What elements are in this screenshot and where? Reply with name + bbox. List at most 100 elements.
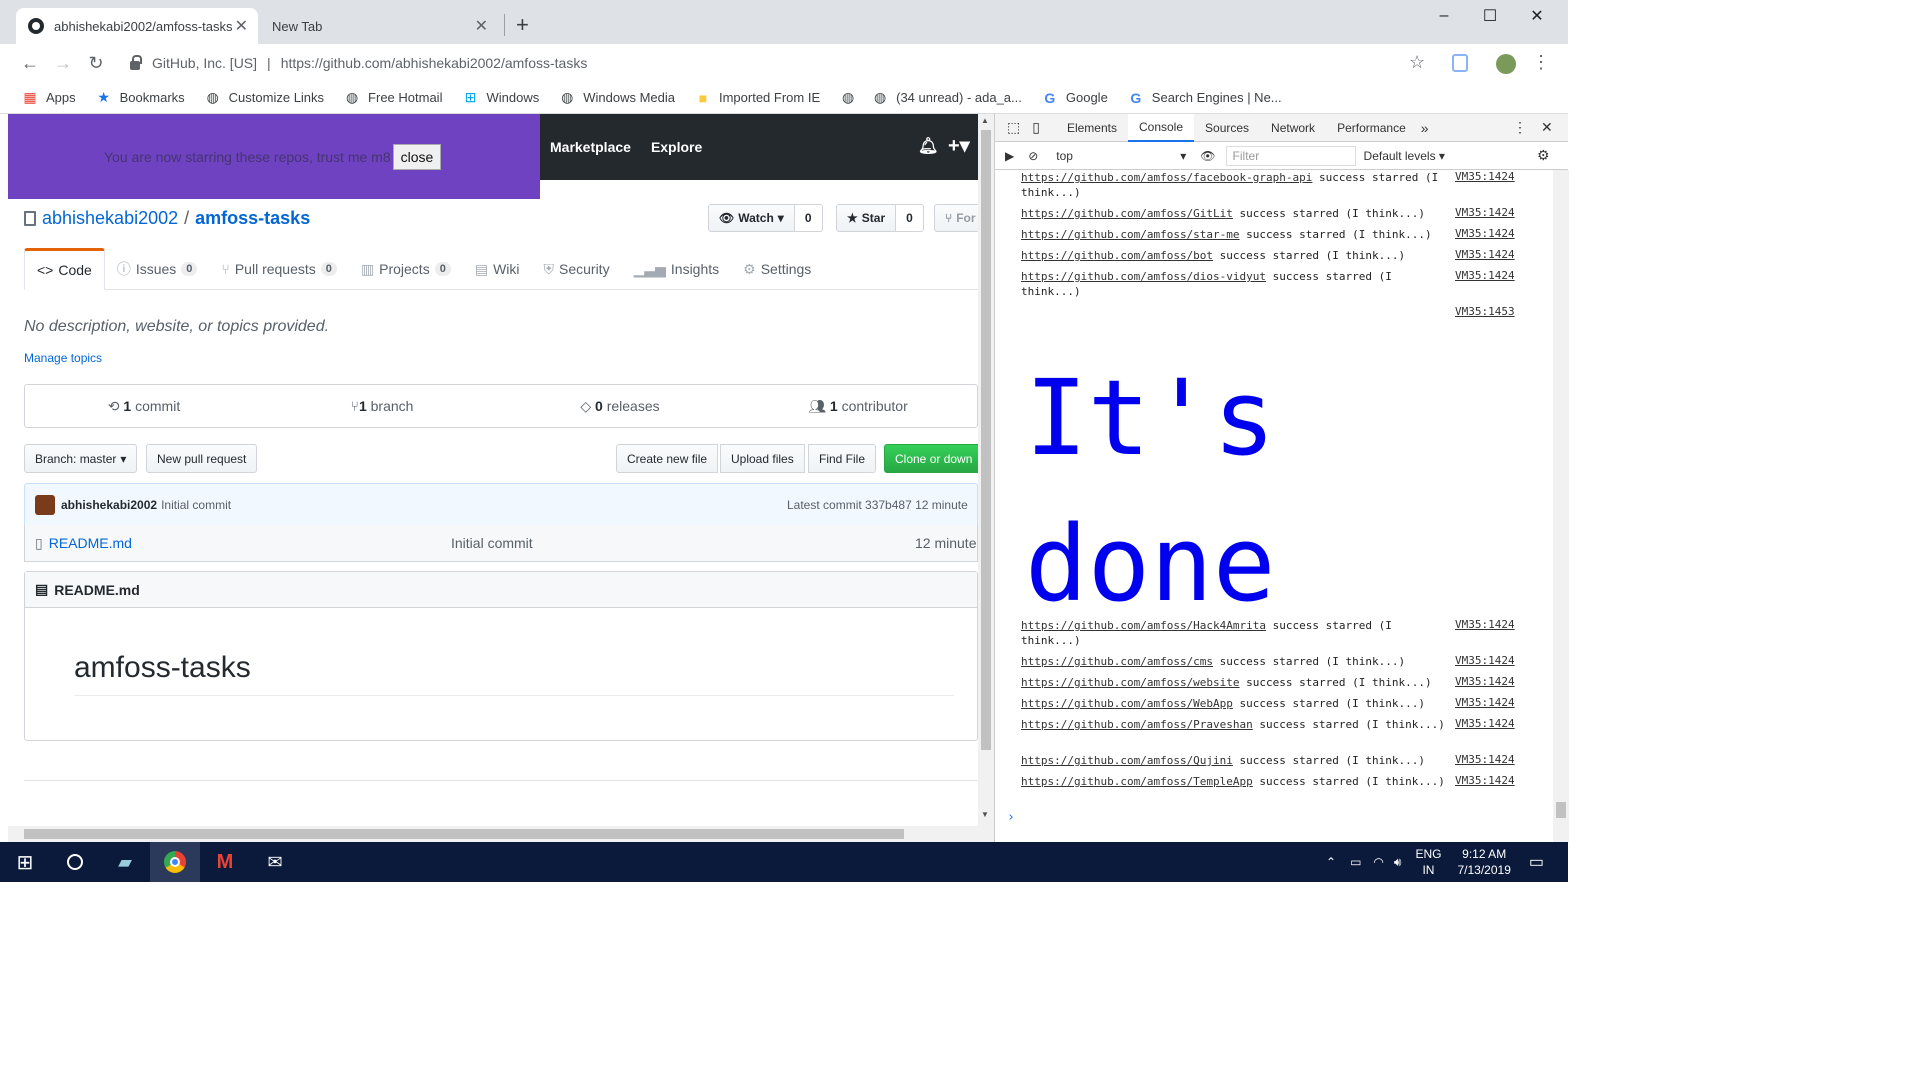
bookmark-unread-mail[interactable]: ◍ (34 unread) - ada_a...: [872, 89, 1022, 106]
clear-console-icon[interactable]: ⊘: [1028, 149, 1038, 163]
commit-author[interactable]: abhishekabi2002: [61, 498, 157, 512]
summary-contributors[interactable]: 👥︎ 1 contributor: [739, 398, 977, 415]
extension-shield-icon[interactable]: [1452, 54, 1468, 72]
log-source-link[interactable]: VM35:1424: [1455, 269, 1515, 282]
close-tab-icon[interactable]: ✕: [235, 16, 248, 36]
volume-icon[interactable]: 🔊︎: [1394, 855, 1402, 870]
file-name-link[interactable]: README.md: [49, 535, 132, 551]
language-indicator[interactable]: ENG IN: [1415, 846, 1441, 878]
log-url-link[interactable]: https://github.com/amfoss/Praveshan: [1021, 718, 1253, 731]
tab-issues[interactable]: ⓘ Issues 0: [105, 248, 210, 290]
log-levels-select[interactable]: Default levels ▾: [1364, 149, 1445, 163]
log-source-link[interactable]: VM35:1424: [1455, 774, 1515, 787]
nav-marketplace[interactable]: Marketplace: [550, 139, 631, 155]
page-vertical-scrollbar[interactable]: ▲ ▼: [978, 114, 994, 842]
console-prompt-chevron-icon[interactable]: ›: [1007, 810, 1015, 825]
bell-icon[interactable]: 🔔︎: [918, 136, 938, 156]
console-filter-input[interactable]: Filter: [1225, 145, 1356, 166]
devtools-tab-elements[interactable]: Elements: [1056, 114, 1128, 142]
bookmark-bookmarks[interactable]: ★ Bookmarks: [96, 89, 184, 106]
log-url-link[interactable]: https://github.com/amfoss/cms: [1021, 655, 1213, 668]
tab-github-repo[interactable]: abhishekabi2002/amfoss-tasks ✕: [16, 8, 258, 44]
log-source-link[interactable]: VM35:1424: [1455, 717, 1515, 730]
scroll-up-arrow-icon[interactable]: ▲: [981, 116, 989, 125]
start-windows-icon[interactable]: ⊞: [0, 842, 50, 882]
log-source-link[interactable]: VM35:1424: [1455, 206, 1515, 219]
devtools-close-icon[interactable]: ✕: [1541, 119, 1553, 136]
log-source-link[interactable]: VM35:1424: [1455, 227, 1515, 240]
device-toolbar-icon[interactable]: ▯: [1032, 119, 1040, 136]
star-count[interactable]: 0: [896, 204, 924, 232]
devtools-tab-sources[interactable]: Sources: [1194, 114, 1260, 142]
manage-topics-link[interactable]: Manage topics: [24, 351, 102, 365]
console-scrollbar[interactable]: [1553, 170, 1569, 842]
commit-message[interactable]: Initial commit: [161, 498, 231, 512]
bookmark-search-engines[interactable]: G Search Engines | Ne...: [1128, 90, 1281, 106]
tab-wiki[interactable]: ▤ Wiki: [463, 248, 532, 290]
upload-files-button[interactable]: Upload files: [720, 444, 805, 473]
find-file-button[interactable]: Find File: [808, 444, 877, 473]
action-center-icon[interactable]: ▭: [1529, 852, 1544, 872]
log-source-link[interactable]: VM35:1424: [1455, 618, 1515, 631]
log-source-link[interactable]: VM35:1424: [1455, 248, 1515, 261]
log-source-link[interactable]: VM35:1424: [1455, 170, 1515, 183]
author-avatar[interactable]: [35, 494, 55, 515]
bookmark-windows[interactable]: ⊞ Windows: [462, 89, 540, 106]
minimize-icon[interactable]: –: [1421, 0, 1467, 32]
log-source-link[interactable]: VM35:1453: [1455, 305, 1515, 318]
log-url-link[interactable]: https://github.com/amfoss/star-me: [1021, 228, 1240, 241]
inspect-element-icon[interactable]: ⬚: [1007, 119, 1020, 136]
profile-avatar[interactable]: [1496, 54, 1516, 74]
more-tabs-chevron-icon[interactable]: »: [1421, 120, 1429, 136]
banner-close-button[interactable]: close: [392, 143, 442, 170]
new-pull-request-button[interactable]: New pull request: [146, 444, 258, 473]
scroll-thumb[interactable]: [981, 130, 991, 750]
log-url-link[interactable]: https://github.com/amfoss/bot: [1021, 249, 1213, 262]
scroll-down-arrow-icon[interactable]: ▼: [981, 810, 989, 819]
context-select[interactable]: top ▾: [1056, 149, 1186, 163]
clock[interactable]: 9:12 AM 7/13/2019: [1457, 846, 1510, 878]
devtools-tab-console[interactable]: Console: [1127, 113, 1195, 142]
create-new-file-button[interactable]: Create new file: [616, 444, 719, 473]
bookmark-free-hotmail[interactable]: ◍ Free Hotmail: [344, 89, 443, 106]
log-url-link[interactable]: https://github.com/amfoss/GitLit: [1021, 207, 1233, 220]
log-url-link[interactable]: https://github.com/amfoss/TempleApp: [1021, 775, 1253, 788]
watch-count[interactable]: 0: [794, 204, 823, 232]
latest-commit-info[interactable]: Latest commit 337b487 12 minute: [787, 498, 968, 512]
summary-releases[interactable]: ◇ 0 releases: [501, 398, 739, 415]
file-commit-message[interactable]: Initial commit: [451, 535, 533, 551]
tab-code[interactable]: <> Code: [24, 248, 105, 290]
nav-explore[interactable]: Explore: [651, 139, 702, 155]
repo-owner-link[interactable]: abhishekabi2002: [42, 208, 178, 229]
new-tab-plus-icon[interactable]: +: [516, 12, 529, 38]
summary-branches[interactable]: ⑂1 branch: [263, 398, 501, 414]
address-bar[interactable]: GitHub, Inc. [US] | https://github.com/a…: [118, 50, 1438, 76]
log-source-link[interactable]: VM35:1424: [1455, 753, 1515, 766]
repo-name-link[interactable]: amfoss-tasks: [195, 208, 310, 229]
bookmark-untitled[interactable]: ◍: [840, 89, 864, 106]
log-source-link[interactable]: VM35:1424: [1455, 654, 1515, 667]
log-url-link[interactable]: https://github.com/amfoss/website: [1021, 676, 1240, 689]
devtools-menu-icon[interactable]: ⋮: [1513, 119, 1527, 136]
tab-insights[interactable]: ▁▃▅ Insights: [622, 248, 732, 290]
sidebar-toggle-icon[interactable]: ▶︎: [1005, 149, 1014, 163]
console-settings-gear-icon[interactable]: ⚙: [1537, 147, 1550, 164]
log-url-link[interactable]: https://github.com/amfoss/facebook-graph…: [1021, 171, 1312, 184]
window-close-icon[interactable]: ✕: [1514, 0, 1560, 32]
chrome-taskbar-icon[interactable]: [150, 842, 200, 882]
page-horizontal-scrollbar[interactable]: [8, 826, 978, 842]
gmail-taskbar-icon[interactable]: M: [200, 842, 250, 882]
bookmark-google[interactable]: G Google: [1042, 90, 1107, 106]
star-button[interactable]: ★ Star: [836, 204, 897, 232]
back-arrow-icon[interactable]: ←: [18, 51, 42, 75]
plus-dropdown-icon[interactable]: +▾: [948, 133, 970, 158]
bookmark-apps[interactable]: ▦ Apps: [22, 89, 75, 106]
bookmark-imported-from-ie[interactable]: ■ Imported From IE: [695, 90, 820, 106]
chrome-menu-icon[interactable]: ⋮: [1532, 52, 1550, 73]
forward-arrow-icon[interactable]: →: [51, 51, 75, 75]
mail-envelope-icon[interactable]: ✉: [250, 842, 300, 882]
tray-chevron-up-icon[interactable]: ⌃: [1326, 855, 1336, 869]
tab-pull-requests[interactable]: ⑂ Pull requests 0: [209, 248, 348, 290]
file-explorer-icon[interactable]: ▰: [100, 842, 150, 882]
bookmark-customize-links[interactable]: ◍ Customize Links: [205, 89, 324, 106]
